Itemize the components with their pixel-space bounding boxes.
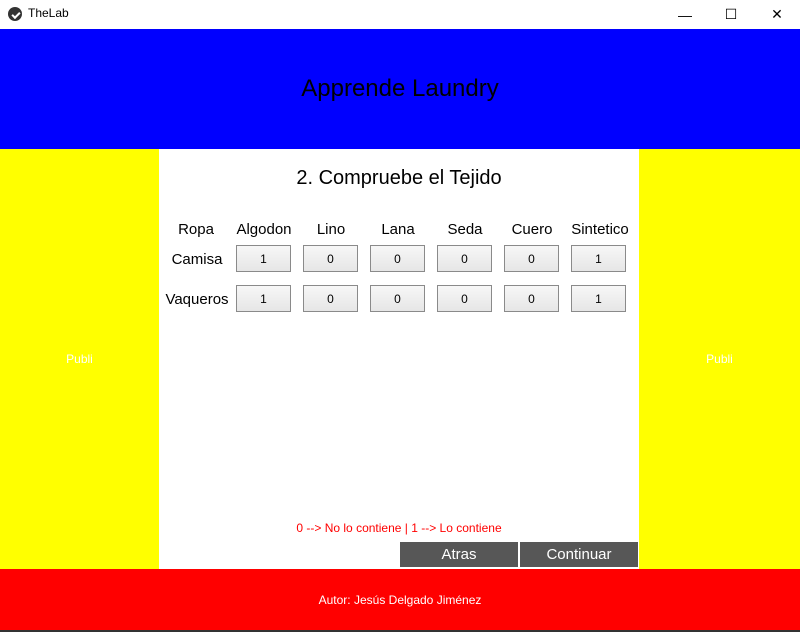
column-header-cuero: Cuero [511, 221, 553, 238]
minimize-button[interactable]: — [662, 0, 708, 29]
column-header-lino: Lino [316, 221, 346, 238]
app-footer: Autor: Jesús Delgado Jiménez [0, 569, 800, 630]
window-titlebar: TheLab — ☐ ✕ [0, 0, 800, 29]
cell-vaqueros-algodon[interactable]: 1 [236, 285, 291, 312]
left-ad-label: Publi [66, 352, 93, 366]
right-ad-label: Publi [706, 352, 733, 366]
row-label-vaqueros: Vaqueros [165, 291, 229, 308]
cell-vaqueros-seda[interactable]: 0 [437, 285, 492, 312]
column-header-sintetico: Sintetico [571, 221, 629, 238]
cell-camisa-lana[interactable]: 0 [370, 245, 425, 272]
cell-vaqueros-lino[interactable]: 0 [303, 285, 358, 312]
app-title: Apprende Laundry [301, 75, 499, 102]
legend-text: 0 --> No lo contiene | 1 --> Lo contiene [296, 521, 502, 535]
author-credit: Autor: Jesús Delgado Jiménez [318, 592, 482, 607]
cell-camisa-cuero[interactable]: 0 [504, 245, 559, 272]
row-label-camisa: Camisa [171, 251, 223, 268]
cell-camisa-lino[interactable]: 0 [303, 245, 358, 272]
app-header: Apprende Laundry [0, 29, 800, 149]
cell-camisa-algodon[interactable]: 1 [236, 245, 291, 272]
close-button[interactable]: ✕ [754, 0, 800, 29]
cell-vaqueros-sintetico[interactable]: 1 [571, 285, 626, 312]
main-content: 2. Compruebe el Tejido Ropa Algodon Lino… [159, 149, 639, 569]
cell-camisa-seda[interactable]: 0 [437, 245, 492, 272]
section-title: 2. Compruebe el Tejido [296, 167, 502, 189]
maximize-button[interactable]: ☐ [708, 0, 754, 29]
column-header-seda: Seda [447, 221, 483, 238]
left-ad-panel: Publi [0, 149, 159, 569]
column-header-lana: Lana [381, 221, 415, 238]
column-header-ropa: Ropa [178, 221, 214, 238]
window-title: TheLab [28, 6, 69, 20]
cell-vaqueros-lana[interactable]: 0 [370, 285, 425, 312]
continue-button[interactable]: Continuar [520, 542, 638, 567]
right-ad-panel: Publi [639, 149, 800, 569]
back-button[interactable]: Atras [400, 542, 518, 567]
cell-camisa-sintetico[interactable]: 1 [571, 245, 626, 272]
cell-vaqueros-cuero[interactable]: 0 [504, 285, 559, 312]
app-logo-icon [8, 7, 22, 21]
column-header-algodon: Algodon [236, 221, 292, 238]
